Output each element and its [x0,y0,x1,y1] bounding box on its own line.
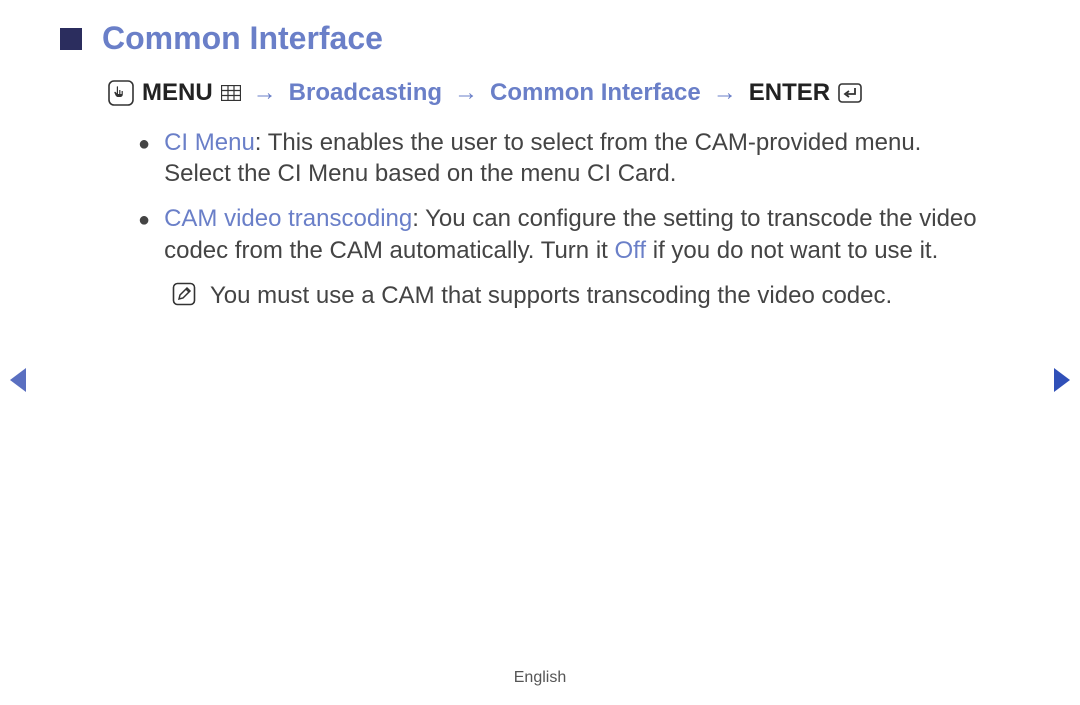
list-item: ● CAM video transcoding: You can configu… [138,203,980,265]
bullet-icon: ● [138,207,150,265]
bullet-icon: ● [138,131,150,189]
list-item: ● CI Menu: This enables the user to sele… [138,127,980,189]
square-bullet-icon [60,28,82,50]
breadcrumb: MENU → Broadcasting → Common Interface →… [108,79,1020,107]
enter-label: ENTER [749,79,830,107]
menu-grid-icon [221,85,241,101]
breadcrumb-broadcasting: Broadcasting [289,79,442,107]
prev-page-button[interactable] [6,366,28,399]
page-title: Common Interface [102,20,383,57]
chevron-right-icon [1052,366,1074,394]
title-row: Common Interface [60,20,1020,57]
term-ci-menu: CI Menu [164,129,255,156]
breadcrumb-common-interface: Common Interface [490,79,701,107]
body-content: ● CI Menu: This enables the user to sele… [138,127,980,311]
arrow-icon: → [253,79,277,107]
note-text: You must use a CAM that supports transco… [210,280,980,311]
hand-pointer-icon [108,80,134,106]
next-page-button[interactable] [1052,366,1074,399]
arrow-icon: → [454,79,478,107]
footer-language: English [0,669,1080,687]
term-cam-transcoding: CAM video transcoding [164,205,412,232]
list-item-text: CI Menu: This enables the user to select… [164,127,980,189]
pencil-note-icon [172,282,196,306]
enter-icon [838,83,862,103]
off-word: Off [614,237,646,264]
item-text-after: if you do not want to use it. [646,237,938,264]
list-item-text: CAM video transcoding: You can configure… [164,203,980,265]
item-text: : This enables the user to select from t… [164,129,921,187]
chevron-left-icon [6,366,28,394]
note-row: You must use a CAM that supports transco… [172,280,980,311]
menu-label: MENU [142,79,213,107]
arrow-icon: → [713,79,737,107]
